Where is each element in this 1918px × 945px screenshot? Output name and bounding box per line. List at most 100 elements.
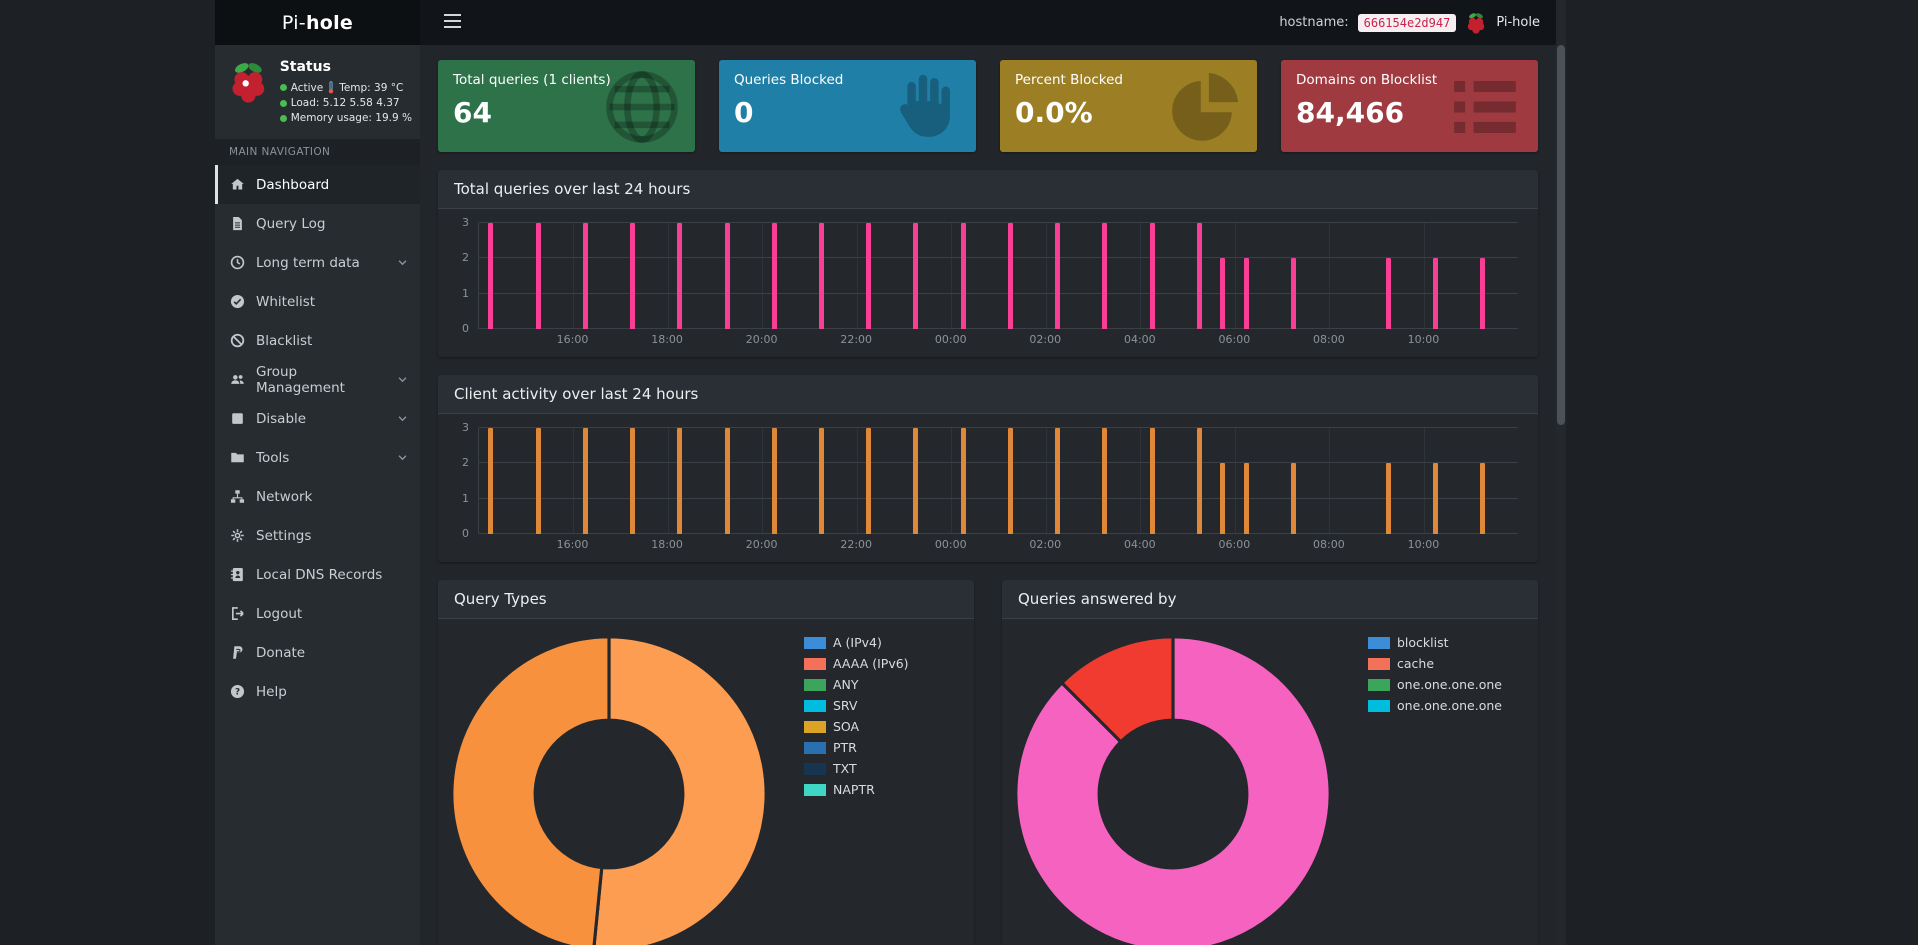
sidebar-item-logout[interactable]: Logout xyxy=(215,594,420,633)
chevron-down-icon xyxy=(398,416,407,422)
sidebar-toggle-button[interactable] xyxy=(436,8,469,37)
donut-slice xyxy=(450,635,611,945)
y-tick-label: 0 xyxy=(462,527,469,540)
network-icon xyxy=(230,490,245,503)
sidebar-item-long-term-data[interactable]: Long term data xyxy=(215,243,420,282)
legend-item[interactable]: ANY xyxy=(804,677,909,692)
sidebar-item-group-management[interactable]: Group Management xyxy=(215,360,420,399)
legend-label: one.one.one.one xyxy=(1397,698,1502,713)
x-tick-label: 22:00 xyxy=(840,538,873,551)
legend-swatch xyxy=(804,783,826,796)
brand-logo[interactable]: Pi-hole xyxy=(215,0,420,45)
topbar: Pi-hole hostname: 666154e2d947 Pi-hole xyxy=(215,0,1556,45)
sidebar-item-tools[interactable]: Tools xyxy=(215,438,420,477)
chart-bar xyxy=(1149,223,1155,329)
y-tick-label: 0 xyxy=(462,322,469,335)
panel-title: Total queries over last 24 hours xyxy=(438,170,1538,209)
pihole-admin-window: Pi-hole hostname: 666154e2d947 Pi-hole S… xyxy=(215,0,1556,945)
status-ok-dot xyxy=(279,84,287,91)
chart-bar xyxy=(1385,258,1391,329)
query-types-donut-chart[interactable] xyxy=(444,629,774,945)
sidebar-item-label: Donate xyxy=(256,644,306,661)
domains-on-blocklist-card[interactable]: Domains on Blocklist 84,466 xyxy=(1281,60,1538,152)
sidebar-item-disable[interactable]: Disable xyxy=(215,399,420,438)
gear-icon xyxy=(231,529,244,542)
legend-item[interactable]: SOA xyxy=(804,719,909,734)
sidebar-item-settings[interactable]: Settings xyxy=(215,516,420,555)
sidebar-item-donate[interactable]: Donate xyxy=(215,633,420,672)
legend-label: cache xyxy=(1397,656,1435,671)
legend-label: TXT xyxy=(833,761,857,776)
hostname-value-badge: 666154e2d947 xyxy=(1357,13,1457,32)
sidebar-item-dashboard[interactable]: Dashboard xyxy=(215,165,420,204)
sidebar-item-label: Disable xyxy=(256,410,307,427)
legend-item[interactable]: one.one.one.one xyxy=(1368,698,1502,713)
answered-by-panel: Queries answered by blocklist cache one.on… xyxy=(1002,580,1538,945)
legend-item[interactable]: PTR xyxy=(804,740,909,755)
percent-blocked-card[interactable]: Percent Blocked 0.0% xyxy=(1000,60,1257,152)
chevron-down-icon xyxy=(398,455,407,461)
chart-bar xyxy=(1149,428,1155,534)
chart-bar xyxy=(771,428,777,534)
status-load-label: Load: 5.12 5.58 4.37 xyxy=(290,97,400,109)
topbar-app-name[interactable]: Pi-hole xyxy=(1496,15,1540,30)
queries-blocked-card[interactable]: Queries Blocked 0 xyxy=(719,60,976,152)
scrollbar-thumb[interactable] xyxy=(1557,45,1565,425)
chart-bar xyxy=(1007,223,1013,329)
status-title: Status xyxy=(279,59,331,75)
legend-label: A (IPv4) xyxy=(833,635,882,650)
sidebar-item-network[interactable]: Network xyxy=(215,477,420,516)
hostname-label: hostname: xyxy=(1279,15,1349,30)
sidebar-item-label: Query Log xyxy=(256,215,326,232)
x-tick-label: 20:00 xyxy=(745,333,778,346)
summary-cards: Total queries (1 clients) 64 Queries Blo… xyxy=(438,60,1538,152)
status-memory-label: Memory usage: 19.9 % xyxy=(290,112,412,124)
legend-item[interactable]: NAPTR xyxy=(804,782,909,797)
sidebar-item-local-dns-records[interactable]: Local DNS Records xyxy=(215,555,420,594)
total-queries-chart[interactable]: 0 1 2 3 16:00 18:00 20:00 22:00 00:00 02:00 04:00… xyxy=(452,216,1524,349)
legend-item[interactable]: A (IPv4) xyxy=(804,635,909,650)
client-activity-chart[interactable]: 0 1 2 3 16:00 18:00 20:00 22:00 00:00 02:00 04:00… xyxy=(452,421,1524,554)
sidebar-item-label: Logout xyxy=(256,605,303,622)
legend-item[interactable]: blocklist xyxy=(1368,635,1502,650)
card-label: Domains on Blocklist xyxy=(1296,72,1438,88)
x-axis: 16:00 18:00 20:00 22:00 00:00 02:00 04:00 06:00… xyxy=(478,538,1518,554)
sidebar-item-label: Long term data xyxy=(256,254,360,271)
page-scrollbar[interactable] xyxy=(1556,0,1566,945)
legend-swatch xyxy=(804,762,826,775)
chart-bar xyxy=(1432,463,1438,534)
ban-icon xyxy=(230,333,245,348)
main-content: Total queries (1 clients) 64 Queries Blo… xyxy=(420,45,1556,945)
chart-bar xyxy=(1480,463,1486,534)
sidebar-item-help[interactable]: ? Help xyxy=(215,672,420,711)
chart-bar xyxy=(913,223,919,329)
sidebar-item-label: Group Management xyxy=(256,363,345,396)
legend-item[interactable]: SRV xyxy=(804,698,909,713)
sidebar-item-query-log[interactable]: Query Log xyxy=(215,204,420,243)
x-tick-label: 08:00 xyxy=(1313,333,1345,346)
query-types-legend: A (IPv4) AAAA (IPv6) ANY SRV SOA PTR TXT NAPTR xyxy=(804,629,909,945)
sidebar-item-blacklist[interactable]: Blacklist xyxy=(215,321,420,360)
chart-bar xyxy=(1291,463,1297,534)
raspberry-icon xyxy=(1468,12,1485,34)
legend-item[interactable]: TXT xyxy=(804,761,909,776)
chart-bar xyxy=(1196,428,1202,534)
legend-item[interactable]: AAAA (IPv6) xyxy=(804,656,909,671)
chart-bar xyxy=(535,223,541,329)
sidebar-item-label: Network xyxy=(256,488,313,505)
card-value: 0 xyxy=(734,96,754,129)
sidebar: Status Active Temp: 39 °C Load: 5.12 5.5… xyxy=(215,45,420,945)
sidebar-item-whitelist[interactable]: Whitelist xyxy=(215,282,420,321)
legend-item[interactable]: one.one.one.one xyxy=(1368,677,1502,692)
total-queries-card[interactable]: Total queries (1 clients) 64 xyxy=(438,60,695,152)
answered-by-donut-chart[interactable] xyxy=(1008,629,1338,945)
status-active-row: Active Temp: 39 °C xyxy=(279,81,412,94)
topbar-right: hostname: 666154e2d947 Pi-hole xyxy=(1279,11,1540,35)
y-axis: 0 1 2 3 xyxy=(452,216,474,335)
legend-item[interactable]: cache xyxy=(1368,656,1502,671)
paypal-icon xyxy=(233,646,243,659)
y-tick-label: 1 xyxy=(462,286,469,300)
chart-bar xyxy=(1291,258,1297,329)
status-section: Status Active Temp: 39 °C Load: 5.12 5.5… xyxy=(215,45,420,139)
address-book-icon xyxy=(230,567,243,582)
